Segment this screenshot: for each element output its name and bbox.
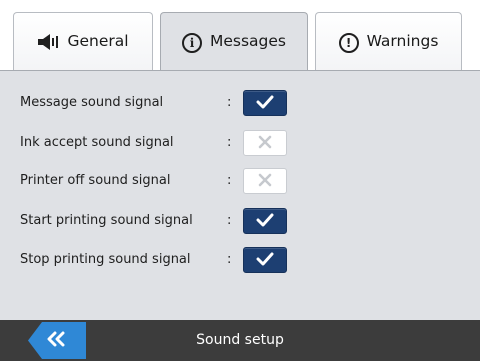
tab-general-label: General [67,32,129,50]
tab-messages[interactable]: i Messages [160,12,308,72]
setting-row-ink-accept-sound: Ink accept sound signal : [0,130,480,158]
tab-messages-label: Messages [209,32,286,50]
setting-separator: : [227,252,232,267]
tab-warnings[interactable]: ! Warnings [315,12,462,72]
tab-bar: General i Messages ! Warnings [0,0,480,72]
double-chevron-left-icon [46,331,68,351]
setting-label: Ink accept sound signal [20,135,174,150]
tab-warnings-label: Warnings [366,32,439,50]
checkmark-icon [256,94,274,113]
cross-icon [258,134,272,153]
speaker-icon [37,33,59,55]
checkbox-printer-off-sound[interactable] [243,168,287,194]
setting-label: Start printing sound signal [20,213,193,228]
checkbox-ink-accept-sound[interactable] [243,130,287,156]
setting-label: Printer off sound signal [20,173,171,188]
cross-icon [258,172,272,191]
tab-general[interactable]: General [13,12,153,72]
setting-row-message-sound: Message sound signal : [0,90,480,118]
settings-panel: Message sound signal : Ink accept sound … [0,70,480,320]
setting-label: Message sound signal [20,95,164,110]
setting-label: Stop printing sound signal [20,252,191,267]
checkbox-start-printing-sound[interactable] [243,208,287,234]
setting-separator: : [227,135,232,150]
checkmark-icon [256,212,274,231]
setting-row-stop-printing-sound: Stop printing sound signal : [0,247,480,275]
footer-bar: Sound setup [0,320,480,361]
setting-separator: : [227,213,232,228]
setting-row-start-printing-sound: Start printing sound signal : [0,208,480,236]
checkbox-stop-printing-sound[interactable] [243,247,287,273]
setting-row-printer-off-sound: Printer off sound signal : [0,168,480,196]
setting-separator: : [227,173,232,188]
info-icon: i [181,33,202,53]
checkmark-icon [256,251,274,270]
warning-icon: ! [338,33,359,53]
checkbox-message-sound[interactable] [243,90,287,116]
setting-separator: : [227,95,232,110]
sound-setup-screen: General i Messages ! Warnings Message so… [0,0,480,361]
